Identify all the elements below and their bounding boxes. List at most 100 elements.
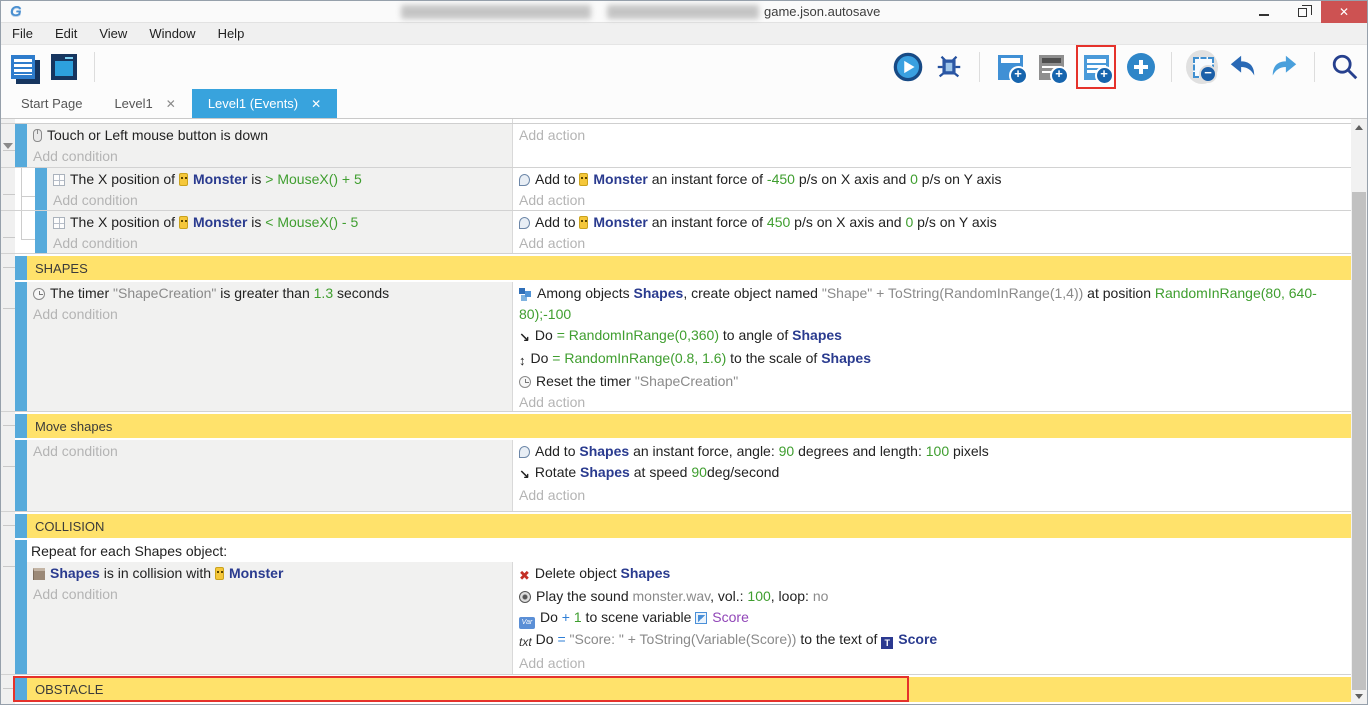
- tab-level1[interactable]: Level1 ✕: [98, 89, 191, 118]
- menu-help[interactable]: Help: [207, 23, 256, 45]
- event-selection-bar[interactable]: [15, 440, 27, 511]
- event-selection-bar[interactable]: [15, 282, 27, 411]
- expander-icon[interactable]: [3, 143, 13, 149]
- comment-bar[interactable]: SHAPES: [27, 256, 1351, 280]
- comment-row[interactable]: Move shapes: [1, 412, 1351, 440]
- tree-gutter: [1, 124, 15, 167]
- condition-line[interactable]: The X position of Monster is < MouseX() …: [53, 212, 508, 233]
- comment-bar[interactable]: COLLISION: [27, 514, 1351, 538]
- add-condition-button[interactable]: Add condition: [33, 146, 508, 167]
- actions-cell[interactable]: Among objects Shapes, create object name…: [512, 282, 1351, 411]
- add-condition-button[interactable]: Add condition: [53, 233, 508, 253]
- close-button[interactable]: ✕: [1321, 1, 1367, 23]
- comment-bar[interactable]: Move shapes: [27, 414, 1351, 438]
- menu-file[interactable]: File: [1, 23, 44, 45]
- action-line[interactable]: Among objects Shapes, create object name…: [519, 283, 1347, 325]
- play-icon[interactable]: [892, 50, 924, 84]
- conditions-cell[interactable]: Shapes is in collision with Monster Add …: [27, 562, 512, 674]
- conditions-cell[interactable]: Add condition: [27, 440, 512, 511]
- actions-cell[interactable]: Add to Shapes an instant force, angle: 9…: [512, 440, 1351, 511]
- actions-cell[interactable]: Add action: [512, 124, 1351, 167]
- add-condition-button[interactable]: Add condition: [33, 441, 508, 462]
- condition-line[interactable]: Touch or Left mouse button is down: [33, 125, 508, 146]
- condition-line[interactable]: The X position of Monster is > MouseX() …: [53, 169, 508, 190]
- event-selection-bar[interactable]: [15, 256, 27, 280]
- add-comment-icon[interactable]: [1035, 50, 1067, 84]
- conditions-cell[interactable]: Touch or Left mouse button is down Add c…: [27, 124, 512, 167]
- vertical-scrollbar[interactable]: [1351, 119, 1367, 704]
- add-action-button[interactable]: Add action: [519, 125, 1347, 146]
- scrollbar-thumb[interactable]: [1352, 192, 1366, 690]
- sub-event-row[interactable]: The X position of Monster is > MouseX() …: [1, 168, 1351, 211]
- add-event-icon[interactable]: [994, 50, 1026, 84]
- conditions-cell[interactable]: The X position of Monster is > MouseX() …: [47, 168, 512, 210]
- event-row[interactable]: Add condition Add to Shapes an instant f…: [1, 440, 1351, 512]
- tab-close-icon[interactable]: ✕: [311, 97, 321, 111]
- action-line[interactable]: Do = RandomInRange(0,360) to angle of Sh…: [519, 325, 1347, 348]
- action-line[interactable]: Do = RandomInRange(0.8, 1.6) to the scal…: [519, 348, 1347, 371]
- minimize-button[interactable]: [1245, 1, 1283, 23]
- event-row[interactable]: The timer "ShapeCreation" is greater tha…: [1, 282, 1351, 412]
- add-action-button[interactable]: Add action: [519, 485, 1347, 506]
- action-line[interactable]: Add to Monster an instant force of -450 …: [519, 169, 1347, 190]
- add-condition-button[interactable]: Add condition: [33, 584, 508, 605]
- condition-line[interactable]: Shapes is in collision with Monster: [33, 563, 508, 584]
- sub-event-row[interactable]: The X position of Monster is < MouseX() …: [1, 211, 1351, 254]
- actions-cell[interactable]: Add to Monster an instant force of -450 …: [512, 168, 1351, 210]
- scroll-down-button[interactable]: [1351, 688, 1367, 704]
- action-line[interactable]: Reset the timer "ShapeCreation": [519, 371, 1347, 392]
- restore-button[interactable]: [1283, 1, 1321, 23]
- event-selection-bar[interactable]: [15, 540, 27, 674]
- event-selection-bar[interactable]: [15, 514, 27, 538]
- event-selection-bar[interactable]: [15, 414, 27, 438]
- menu-view[interactable]: View: [88, 23, 138, 45]
- redacted-title-block: [401, 5, 591, 19]
- action-line[interactable]: Rotate Shapes at speed 90deg/second: [519, 462, 1347, 485]
- action-line[interactable]: Play the sound monster.wav, vol.: 100, l…: [519, 586, 1347, 607]
- add-action-button[interactable]: Add action: [519, 653, 1347, 674]
- event-row[interactable]: Touch or Left mouse button is down Add c…: [1, 124, 1351, 168]
- event-selection-bar[interactable]: [35, 211, 47, 253]
- actions-cell[interactable]: Delete object Shapes Play the sound mons…: [512, 562, 1351, 674]
- comment-row-obstacle[interactable]: OBSTACLE: [1, 675, 1351, 704]
- event-selection-bar[interactable]: [15, 124, 27, 167]
- scrollbar-track[interactable]: [1351, 135, 1367, 688]
- for-each-header[interactable]: Repeat for each Shapes object:: [27, 540, 1351, 562]
- project-manager-icon[interactable]: [7, 50, 39, 84]
- add-subevent-icon[interactable]: [1082, 50, 1110, 84]
- add-condition-button[interactable]: Add condition: [53, 190, 508, 210]
- event-selection-bar[interactable]: [35, 168, 47, 210]
- condition-line[interactable]: The timer "ShapeCreation" is greater tha…: [33, 283, 508, 304]
- scroll-up-button[interactable]: [1351, 119, 1367, 135]
- action-line[interactable]: Do + 1 to scene variable Score: [519, 607, 1347, 629]
- debug-icon[interactable]: [933, 50, 965, 84]
- conditions-cell[interactable]: The X position of Monster is < MouseX() …: [47, 211, 512, 253]
- for-each-event-row[interactable]: Repeat for each Shapes object: Shapes is…: [1, 540, 1351, 675]
- add-action-button[interactable]: Add action: [519, 233, 1347, 253]
- search-glyph: [1330, 52, 1360, 82]
- actions-cell[interactable]: Add to Monster an instant force of 450 p…: [512, 211, 1351, 253]
- search-icon[interactable]: [1329, 50, 1361, 84]
- comment-row[interactable]: COLLISION: [1, 512, 1351, 540]
- conditions-cell[interactable]: The timer "ShapeCreation" is greater tha…: [27, 282, 512, 411]
- menu-edit[interactable]: Edit: [44, 23, 88, 45]
- scene-editor-icon[interactable]: [48, 50, 80, 84]
- action-line[interactable]: Add to Shapes an instant force, angle: 9…: [519, 441, 1347, 462]
- add-condition-button[interactable]: Add condition: [33, 304, 508, 325]
- undo-icon[interactable]: [1227, 50, 1259, 84]
- comment-row[interactable]: SHAPES: [1, 254, 1351, 282]
- redo-icon[interactable]: [1268, 50, 1300, 84]
- add-action-button[interactable]: Add action: [519, 190, 1347, 210]
- tab-close-icon[interactable]: ✕: [166, 97, 176, 111]
- deselect-icon[interactable]: [1186, 50, 1218, 84]
- comment-bar[interactable]: OBSTACLE: [27, 677, 1351, 702]
- tab-start-page[interactable]: Start Page: [5, 89, 98, 118]
- action-line[interactable]: Do = "Score: " + ToString(Variable(Score…: [519, 629, 1347, 653]
- action-line[interactable]: Add to Monster an instant force of 450 p…: [519, 212, 1347, 233]
- event-selection-bar[interactable]: [15, 677, 27, 702]
- tab-level1-events[interactable]: Level1 (Events) ✕: [192, 89, 337, 118]
- menu-window[interactable]: Window: [138, 23, 206, 45]
- action-line[interactable]: Delete object Shapes: [519, 563, 1347, 586]
- add-action-button[interactable]: Add action: [519, 392, 1347, 411]
- add-new-icon[interactable]: [1125, 50, 1157, 84]
